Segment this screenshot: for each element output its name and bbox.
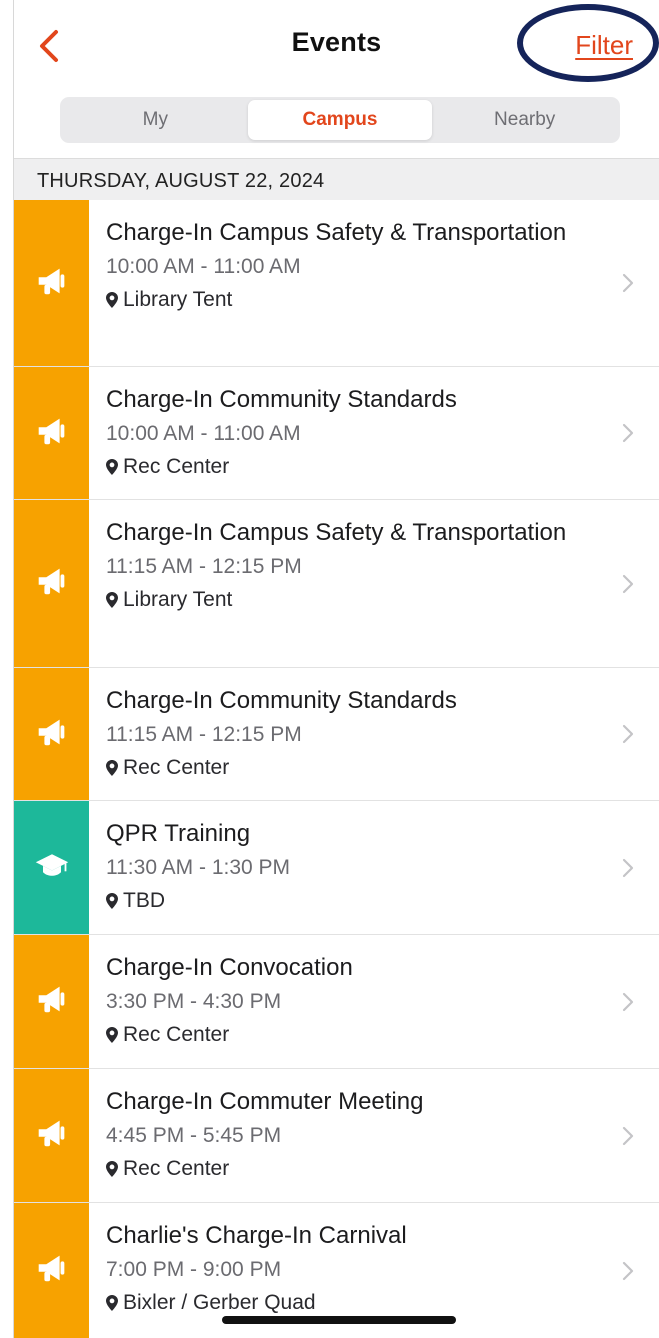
event-details: Charge-In Community Standards 10:00 AM - …	[106, 383, 619, 483]
event-location: Rec Center	[106, 1152, 619, 1185]
chevron-right-icon	[622, 992, 634, 1011]
chevron-right-icon	[622, 858, 634, 877]
location-pin-icon	[106, 1294, 118, 1311]
chevron-right-icon	[622, 423, 634, 443]
event-row[interactable]: Charge-In Community Standards 10:00 AM - …	[14, 367, 659, 500]
event-time: 10:00 AM - 11:00 AM	[106, 422, 301, 445]
event-location-text: Rec Center	[123, 1023, 230, 1046]
event-time: 3:30 PM - 4:30 PM	[106, 990, 282, 1013]
chevron-right-icon	[622, 273, 634, 293]
event-location-text: Library Tent	[123, 588, 233, 611]
chevron-right-icon	[622, 1261, 634, 1280]
megaphone-icon	[33, 1114, 71, 1157]
event-time: 4:45 PM - 5:45 PM	[106, 1124, 282, 1147]
event-details: QPR Training 11:30 AM - 1:30 PM TBD	[106, 817, 619, 917]
event-location: Rec Center	[106, 751, 619, 784]
event-row[interactable]: Charge-In Convocation 3:30 PM - 4:30 PM Re…	[14, 935, 659, 1069]
event-time: 11:30 AM - 1:30 PM	[106, 856, 291, 879]
megaphone-icon	[33, 713, 71, 756]
tab-my[interactable]: My	[63, 100, 248, 140]
location-pin-icon	[106, 1026, 118, 1043]
location-pin-icon	[106, 291, 118, 308]
category-strip	[14, 1069, 89, 1202]
chevron-right-icon	[622, 574, 634, 593]
event-title: QPR Training	[106, 820, 251, 847]
segmented-control: My Campus Nearby	[60, 97, 620, 143]
event-details: Charge-In Campus Safety & Transportation…	[106, 516, 619, 616]
event-location-text: TBD	[123, 889, 165, 912]
page-title: Events	[291, 27, 382, 57]
event-details: Charlie's Charge-In Carnival 7:00 PM - 9:…	[106, 1219, 619, 1319]
event-title: Charge-In Campus Safety & Transportation	[106, 519, 567, 546]
event-location-text: Library Tent	[123, 288, 233, 311]
event-location: Rec Center	[106, 450, 619, 483]
event-details: Charge-In Convocation 3:30 PM - 4:30 PM Re…	[106, 951, 619, 1051]
chevron-right-icon	[622, 1126, 634, 1145]
location-pin-icon	[106, 591, 118, 608]
tab-nearby[interactable]: Nearby	[432, 100, 617, 140]
location-pin-icon	[106, 892, 118, 909]
event-location-text: Rec Center	[123, 1157, 230, 1180]
event-title: Charge-In Commuter Meeting	[106, 1088, 424, 1115]
event-row[interactable]: Charge-In Campus Safety & Transportation…	[14, 500, 659, 668]
category-strip	[14, 500, 89, 667]
event-location: Rec Center	[106, 1018, 619, 1051]
event-location-text: Rec Center	[123, 756, 230, 779]
megaphone-icon	[33, 412, 71, 455]
left-edge-rule	[13, 0, 14, 1338]
event-location: Library Tent	[106, 283, 619, 316]
event-details: Charge-In Campus Safety & Transportation…	[106, 216, 619, 316]
event-title: Charge-In Community Standards	[106, 386, 457, 413]
megaphone-icon	[33, 980, 71, 1023]
event-time: 10:00 AM - 11:00 AM	[106, 255, 301, 278]
event-location: Bixler / Gerber Quad	[106, 1286, 619, 1319]
event-row[interactable]: Charge-In Campus Safety & Transportation…	[14, 200, 659, 367]
category-strip	[14, 367, 89, 499]
category-strip	[14, 935, 89, 1068]
event-location-text: Rec Center	[123, 455, 230, 478]
nav-bar: Events Filter	[14, 0, 659, 92]
chevron-right-icon	[622, 724, 634, 744]
graduation-cap-icon	[34, 847, 70, 888]
event-list: Charge-In Campus Safety & Transportation…	[14, 200, 659, 1338]
category-strip	[14, 200, 89, 366]
megaphone-icon	[33, 562, 71, 605]
event-title: Charge-In Campus Safety & Transportation	[106, 219, 567, 246]
event-location: TBD	[106, 884, 619, 917]
date-section-header: THURSDAY, AUGUST 22, 2024	[14, 158, 659, 200]
event-details: Charge-In Commuter Meeting 4:45 PM - 5:45…	[106, 1085, 619, 1185]
category-strip	[14, 1203, 89, 1338]
event-title: Charge-In Community Standards	[106, 687, 457, 714]
event-time: 11:15 AM - 12:15 PM	[106, 555, 302, 578]
megaphone-icon	[33, 262, 71, 305]
event-location-text: Bixler / Gerber Quad	[123, 1291, 316, 1314]
home-indicator[interactable]	[222, 1316, 456, 1324]
event-location: Library Tent	[106, 583, 619, 616]
megaphone-icon	[33, 1249, 71, 1292]
event-time: 7:00 PM - 9:00 PM	[106, 1258, 282, 1281]
location-pin-icon	[106, 759, 118, 776]
event-details: Charge-In Community Standards 11:15 AM - …	[106, 684, 619, 784]
tab-campus[interactable]: Campus	[247, 100, 433, 140]
category-strip	[14, 668, 89, 800]
event-time: 11:15 AM - 12:15 PM	[106, 723, 302, 746]
event-title: Charge-In Convocation	[106, 954, 353, 981]
filter-button[interactable]: Filter	[575, 30, 633, 61]
category-strip	[14, 801, 89, 934]
event-row[interactable]: Charge-In Community Standards 11:15 AM - …	[14, 668, 659, 801]
location-pin-icon	[106, 458, 118, 475]
location-pin-icon	[106, 1160, 118, 1177]
event-title: Charlie's Charge-In Carnival	[106, 1222, 407, 1249]
event-row[interactable]: QPR Training 11:30 AM - 1:30 PM TBD	[14, 801, 659, 935]
event-row[interactable]: Charge-In Commuter Meeting 4:45 PM - 5:45…	[14, 1069, 659, 1203]
